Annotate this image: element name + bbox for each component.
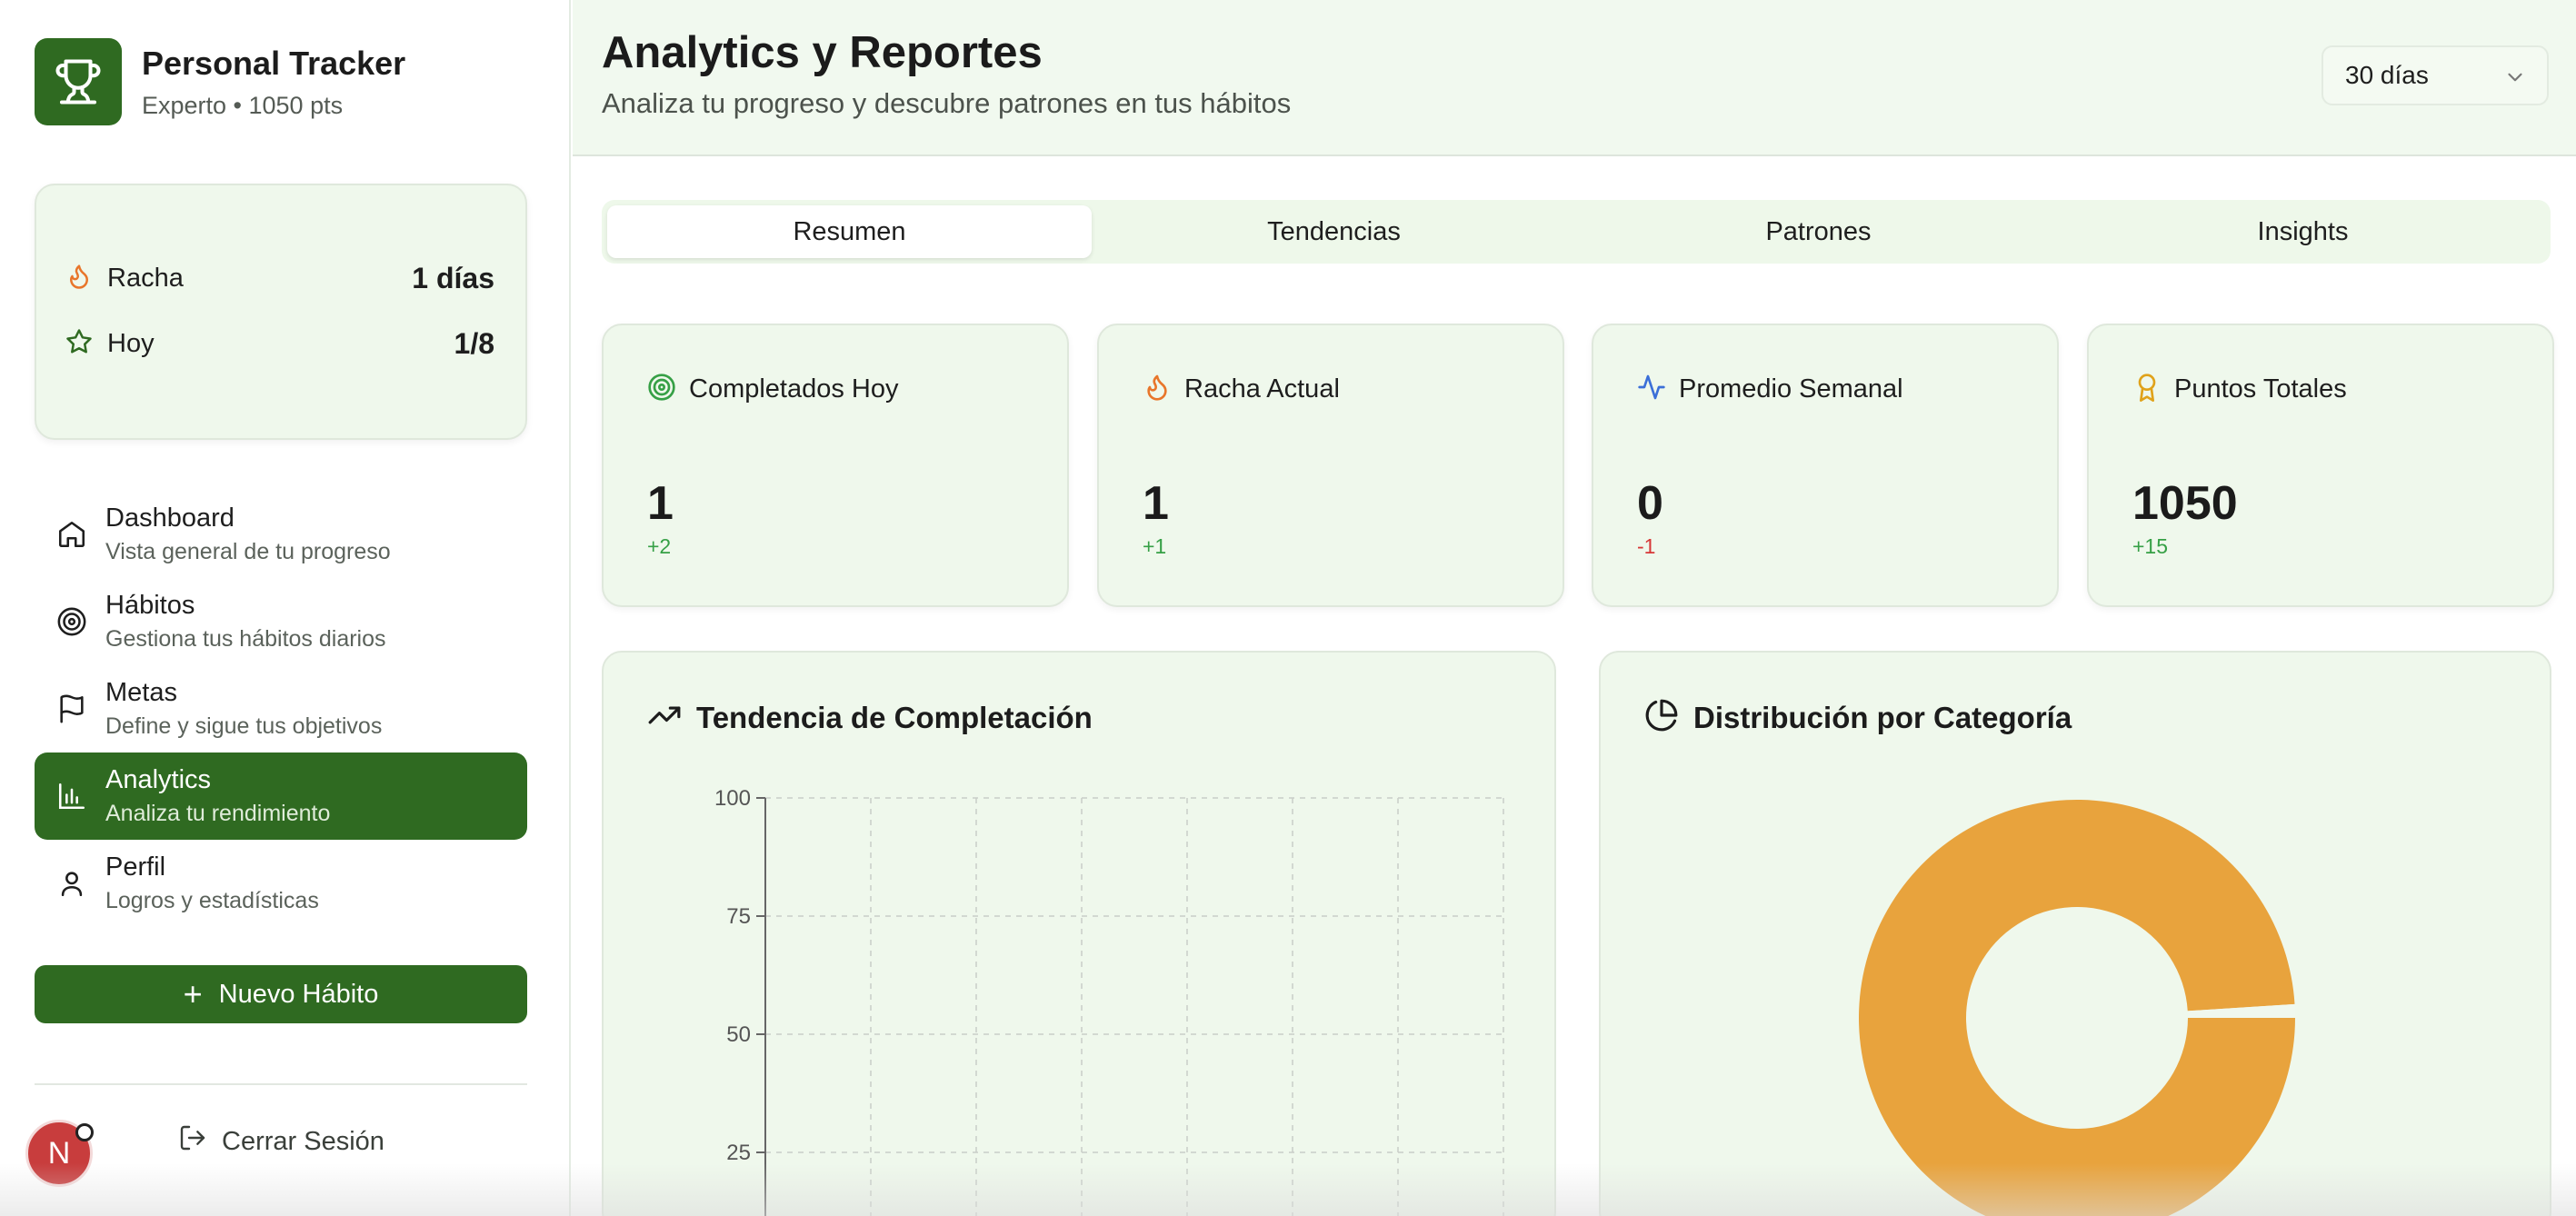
chevron-down-icon: [2503, 65, 2527, 95]
brand: Personal Tracker Experto • 1050 pts: [35, 38, 405, 125]
kpi-value: 1050: [2132, 477, 2238, 530]
app-title: Personal Tracker: [142, 44, 406, 82]
activity-icon: [1637, 373, 1666, 406]
avatar-letter: N: [47, 1135, 71, 1171]
user-icon: [56, 868, 87, 899]
sidebar-item-dashboard[interactable]: Dashboard Vista general de tu progreso: [35, 491, 527, 578]
target-icon: [647, 373, 676, 406]
new-habit-label: Nuevo Hábito: [218, 979, 379, 1009]
quick-stats-card: Racha 1 días Hoy 1/8: [35, 184, 527, 440]
kpi-delta: +2: [647, 534, 672, 558]
user-level: Experto • 1050 pts: [142, 91, 344, 119]
sidebar-item-label: Perfil: [105, 852, 166, 882]
plus-icon: +: [183, 975, 203, 1012]
kpi-label: Puntos Totales: [2174, 374, 2347, 404]
sidebar-item-description: Vista general de tu progreso: [105, 539, 391, 564]
sidebar-item-description: Logros y estadísticas: [105, 888, 319, 913]
sidebar-item-goals[interactable]: Metas Define y sigue tus objetivos: [35, 665, 527, 753]
logout-icon: [178, 1123, 207, 1160]
logout-button[interactable]: Cerrar Sesión: [178, 1123, 384, 1160]
sidebar-item-label: Dashboard: [105, 503, 235, 533]
kpi-delta: +15: [2132, 534, 2169, 558]
kpi-label: Racha Actual: [1184, 374, 1340, 404]
kpi-value: 1: [1143, 477, 1169, 530]
kpi-card-weekly-average: Promedio Semanal 0 -1: [1592, 324, 2059, 607]
star-icon: [65, 328, 93, 360]
kpi-label: Promedio Semanal: [1679, 374, 1903, 404]
kpi-card-total-points: Puntos Totales 1050 +15: [2087, 324, 2554, 607]
tab-resumen[interactable]: Resumen: [607, 205, 1092, 258]
sidebar-item-description: Analiza tu rendimiento: [105, 801, 331, 826]
award-icon: [2132, 373, 2162, 406]
stat-label: Racha: [107, 264, 184, 293]
logout-label: Cerrar Sesión: [222, 1126, 384, 1156]
kpi-delta: -1: [1637, 534, 1656, 558]
sidebar: Personal Tracker Experto • 1050 pts Rach…: [0, 0, 571, 1216]
target-icon: [56, 606, 87, 637]
page-header: Analytics y Reportes Analiza tu progreso…: [573, 0, 2576, 156]
stat-row-today: Hoy 1/8: [65, 327, 494, 361]
kpi-value: 1: [647, 477, 674, 530]
sidebar-divider: [35, 1083, 527, 1085]
sidebar-nav: Dashboard Vista general de tu progreso H…: [35, 491, 527, 927]
stat-value: 1/8: [454, 327, 494, 360]
analytics-tabs: Resumen Tendencias Patrones Insights: [602, 200, 2551, 264]
date-range-select[interactable]: 30 días: [2321, 45, 2549, 105]
page-subtitle: Analiza tu progreso y descubre patrones …: [602, 87, 1292, 119]
home-icon: [56, 519, 87, 550]
pie-slice: [1859, 800, 2295, 1216]
stat-label: Hoy: [107, 329, 155, 358]
kpi-card-current-streak: Racha Actual 1 +1: [1097, 324, 1564, 607]
distribution-chart: [1859, 800, 2295, 1216]
trophy-icon: [35, 38, 122, 125]
stat-row-streak: Racha 1 días: [65, 262, 494, 295]
flame-icon: [65, 263, 93, 294]
sidebar-item-profile[interactable]: Perfil Logros y estadísticas: [35, 840, 527, 927]
sidebar-item-label: Metas: [105, 678, 177, 707]
new-habit-button[interactable]: + Nuevo Hábito: [35, 965, 527, 1023]
kpi-card-completed-today: Completados Hoy 1 +2: [602, 324, 1069, 607]
kpi-value: 0: [1637, 477, 1663, 530]
tab-insights[interactable]: Insights: [2061, 205, 2545, 258]
page-title: Analytics y Reportes: [602, 28, 1043, 77]
sidebar-item-description: Gestiona tus hábitos diarios: [105, 626, 386, 652]
sidebar-item-analytics[interactable]: Analytics Analiza tu rendimiento: [35, 753, 527, 840]
date-range-value: 30 días: [2345, 61, 2429, 89]
distribution-panel: Distribución por Categoría: [1599, 651, 2551, 1216]
trend-chart: 100 75 50 25: [714, 786, 1504, 1216]
y-tick-label: 75: [726, 904, 751, 929]
y-tick-label: 25: [726, 1141, 751, 1165]
stat-value: 1 días: [412, 262, 494, 294]
sidebar-item-label: Hábitos: [105, 591, 195, 620]
trend-panel: Tendencia de Completación 100 75 50 25: [602, 651, 1556, 1216]
tab-tendencias[interactable]: Tendencias: [1092, 205, 1576, 258]
tab-patrones[interactable]: Patrones: [1576, 205, 2061, 258]
y-tick-label: 100: [714, 786, 751, 811]
y-tick-label: 50: [726, 1022, 751, 1047]
bar-chart-icon: [56, 781, 87, 812]
flag-icon: [56, 693, 87, 724]
sidebar-item-habits[interactable]: Hábitos Gestiona tus hábitos diarios: [35, 578, 527, 665]
status-dot: [75, 1123, 94, 1141]
kpi-label: Completados Hoy: [689, 374, 899, 404]
kpi-delta: +1: [1143, 534, 1167, 558]
sidebar-item-description: Define y sigue tus objetivos: [105, 713, 383, 739]
sidebar-item-label: Analytics: [105, 765, 212, 794]
flame-icon: [1143, 373, 1172, 406]
